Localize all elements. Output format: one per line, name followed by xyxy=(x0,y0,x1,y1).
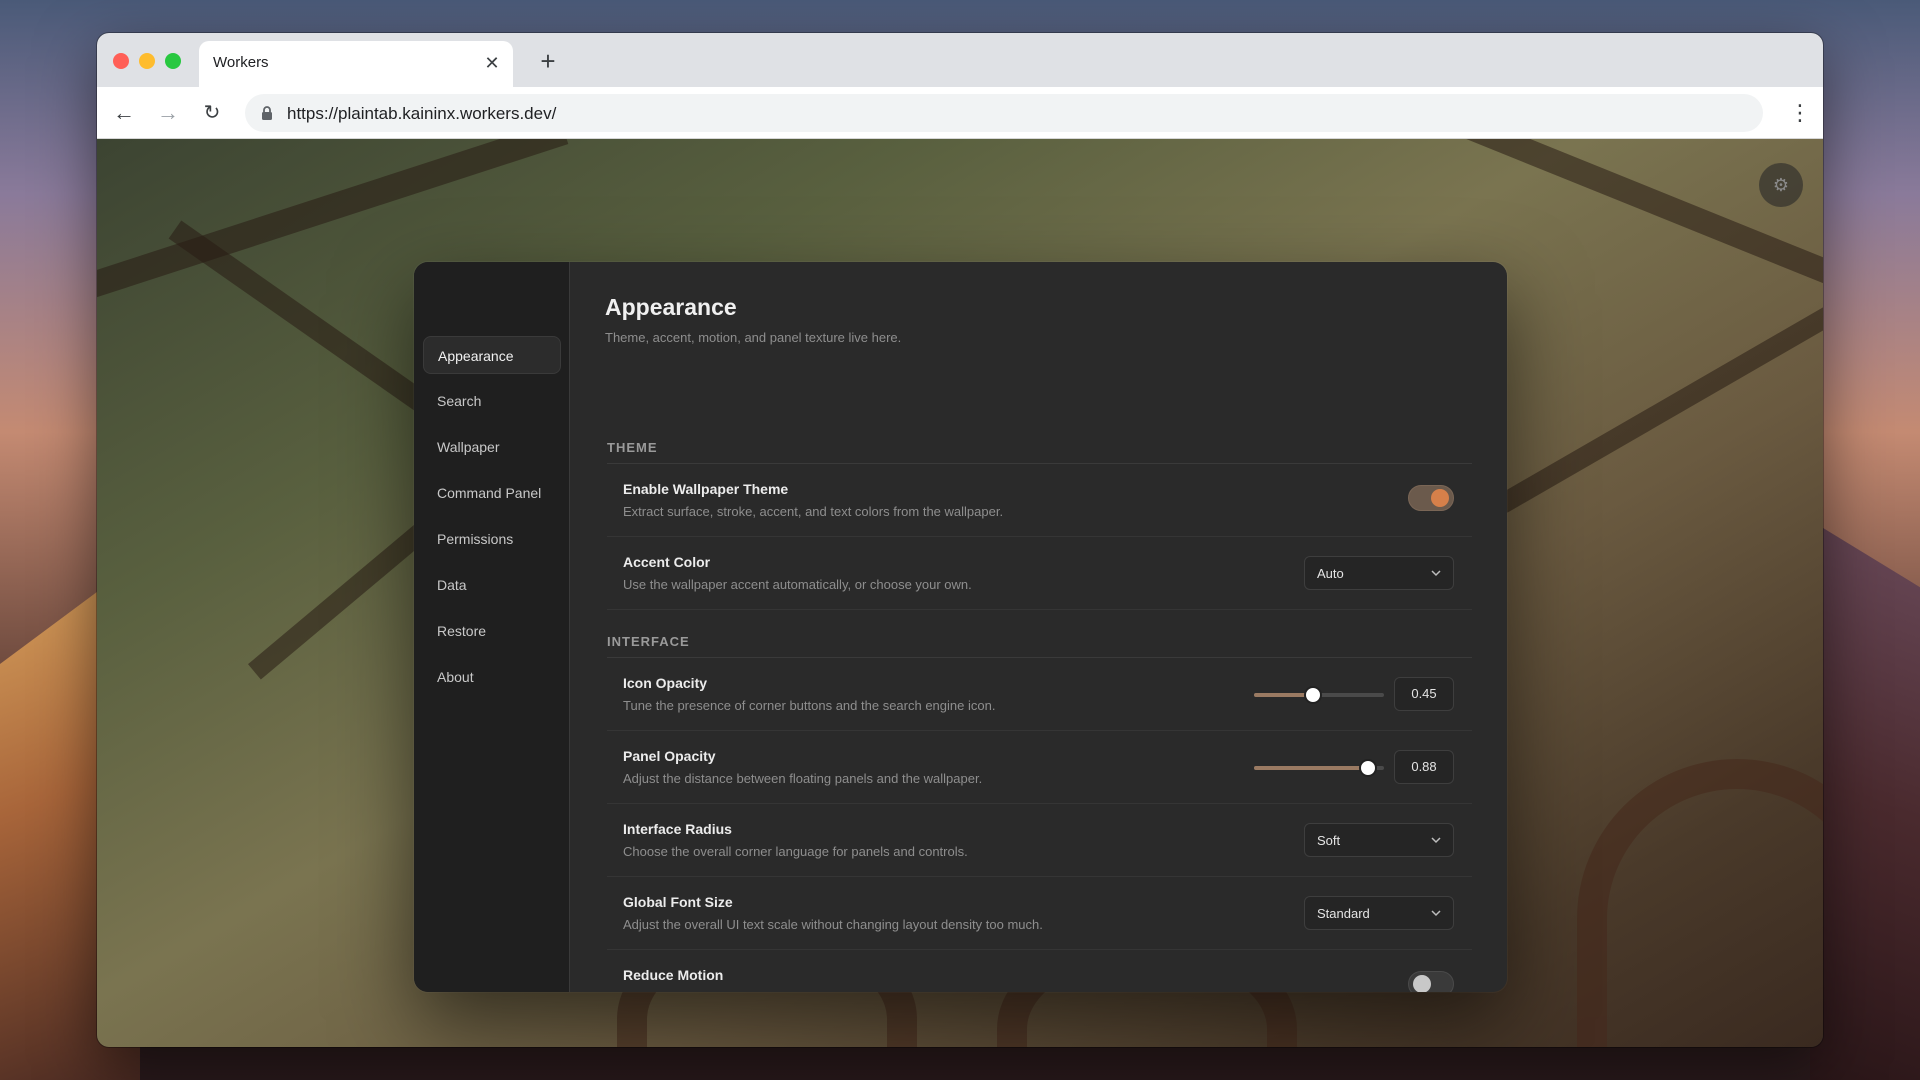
select-value: Auto xyxy=(1317,566,1344,581)
new-tab-button[interactable]: + xyxy=(533,47,563,77)
setting-row-icon-opacity: Icon Opacity Tune the presence of corner… xyxy=(607,659,1472,731)
reload-icon[interactable]: ↻ xyxy=(197,98,227,128)
panel-opacity-value[interactable]: 0.88 xyxy=(1394,750,1454,784)
sidebar-item-permissions[interactable]: Permissions xyxy=(423,520,561,558)
setting-title: Icon Opacity xyxy=(623,675,708,691)
wallpaper-arch xyxy=(1577,759,1823,1047)
setting-title: Reduce Motion xyxy=(623,967,724,983)
forward-arrow-icon[interactable]: → xyxy=(153,98,183,128)
icon-opacity-slider[interactable] xyxy=(1254,686,1384,704)
url-text[interactable]: https://plaintab.kaininx.workers.dev/ xyxy=(287,104,556,124)
tab-bar: Workers ✕ + xyxy=(97,33,1823,87)
back-arrow-icon[interactable]: ← xyxy=(109,98,139,128)
accent-color-select[interactable]: Auto xyxy=(1304,556,1454,590)
slider-handle[interactable] xyxy=(1359,759,1378,777)
section-heading-theme: THEME xyxy=(607,440,1472,464)
page-title: Appearance xyxy=(605,294,737,320)
address-bar[interactable]: https://plaintab.kaininx.workers.dev/ xyxy=(245,94,1763,132)
settings-content: Appearance Theme, accent, motion, and pa… xyxy=(570,262,1507,992)
browser-tab[interactable]: Workers ✕ xyxy=(199,41,513,87)
setting-row-reduce-motion: Reduce Motion xyxy=(607,951,1472,992)
setting-description: Adjust the distance between floating pan… xyxy=(623,771,983,786)
setting-description: Choose the overall corner language for p… xyxy=(623,844,968,859)
select-value: Standard xyxy=(1317,906,1370,921)
setting-row-wallpaper-theme: Enable Wallpaper Theme Extract surface, … xyxy=(607,465,1472,537)
browser-window: Workers ✕ + ← → ↻ https://plaintab.kaini… xyxy=(97,33,1823,1047)
toggle-knob xyxy=(1431,489,1449,507)
gear-icon[interactable]: ⚙ xyxy=(1759,163,1803,207)
reduce-motion-toggle[interactable] xyxy=(1408,971,1454,992)
settings-panel: Appearance Search Wallpaper Command Pane… xyxy=(414,262,1507,992)
sidebar-item-search[interactable]: Search xyxy=(423,382,561,420)
wallpaper-theme-toggle[interactable] xyxy=(1408,485,1454,511)
slider-handle[interactable] xyxy=(1303,686,1322,704)
page-viewport: ⚙ Appearance Search Wallpaper Command Pa… xyxy=(97,139,1823,1047)
setting-row-panel-opacity: Panel Opacity Adjust the distance betwee… xyxy=(607,732,1472,804)
toggle-knob xyxy=(1413,975,1431,992)
setting-description: Adjust the overall UI text scale without… xyxy=(623,917,1043,932)
sidebar-item-restore[interactable]: Restore xyxy=(423,612,561,650)
sidebar-item-data[interactable]: Data xyxy=(423,566,561,604)
chevron-down-icon xyxy=(1431,837,1441,844)
setting-row-interface-radius: Interface Radius Choose the overall corn… xyxy=(607,805,1472,877)
setting-title: Panel Opacity xyxy=(623,748,716,764)
section-heading-interface: INTERFACE xyxy=(607,634,1472,658)
setting-description: Tune the presence of corner buttons and … xyxy=(623,698,996,713)
page-subtitle: Theme, accent, motion, and panel texture… xyxy=(605,330,902,345)
lock-icon xyxy=(262,106,272,120)
tab-title: Workers xyxy=(213,54,269,71)
wallpaper-beam xyxy=(1497,305,1823,513)
setting-title: Enable Wallpaper Theme xyxy=(623,481,789,497)
sidebar-item-appearance[interactable]: Appearance xyxy=(423,336,561,374)
global-font-size-select[interactable]: Standard xyxy=(1304,896,1454,930)
icon-opacity-value[interactable]: 0.45 xyxy=(1394,677,1454,711)
settings-sidebar: Appearance Search Wallpaper Command Pane… xyxy=(414,262,570,992)
sidebar-item-about[interactable]: About xyxy=(423,658,561,696)
close-icon[interactable]: ✕ xyxy=(481,52,503,74)
chevron-down-icon xyxy=(1431,910,1441,917)
setting-title: Interface Radius xyxy=(623,821,732,837)
setting-description: Extract surface, stroke, accent, and tex… xyxy=(623,504,1004,519)
setting-row-accent-color: Accent Color Use the wallpaper accent au… xyxy=(607,538,1472,610)
chevron-down-icon xyxy=(1431,570,1441,577)
browser-toolbar: ← → ↻ https://plaintab.kaininx.workers.d… xyxy=(97,87,1823,139)
minimize-window-button[interactable] xyxy=(139,53,155,69)
setting-title: Global Font Size xyxy=(623,894,733,910)
slider-fill xyxy=(1254,766,1369,770)
desktop-wallpaper-right xyxy=(1810,520,1920,1080)
interface-radius-select[interactable]: Soft xyxy=(1304,823,1454,857)
close-window-button[interactable] xyxy=(113,53,129,69)
browser-menu-icon[interactable]: ⋮ xyxy=(1789,99,1811,127)
setting-title: Accent Color xyxy=(623,554,711,570)
maximize-window-button[interactable] xyxy=(165,53,181,69)
setting-description: Use the wallpaper accent automatically, … xyxy=(623,577,972,592)
setting-row-global-font-size: Global Font Size Adjust the overall UI t… xyxy=(607,878,1472,950)
select-value: Soft xyxy=(1317,833,1341,848)
sidebar-item-command-panel[interactable]: Command Panel xyxy=(423,474,561,512)
panel-opacity-slider[interactable] xyxy=(1254,759,1384,777)
sidebar-item-wallpaper[interactable]: Wallpaper xyxy=(423,428,561,466)
